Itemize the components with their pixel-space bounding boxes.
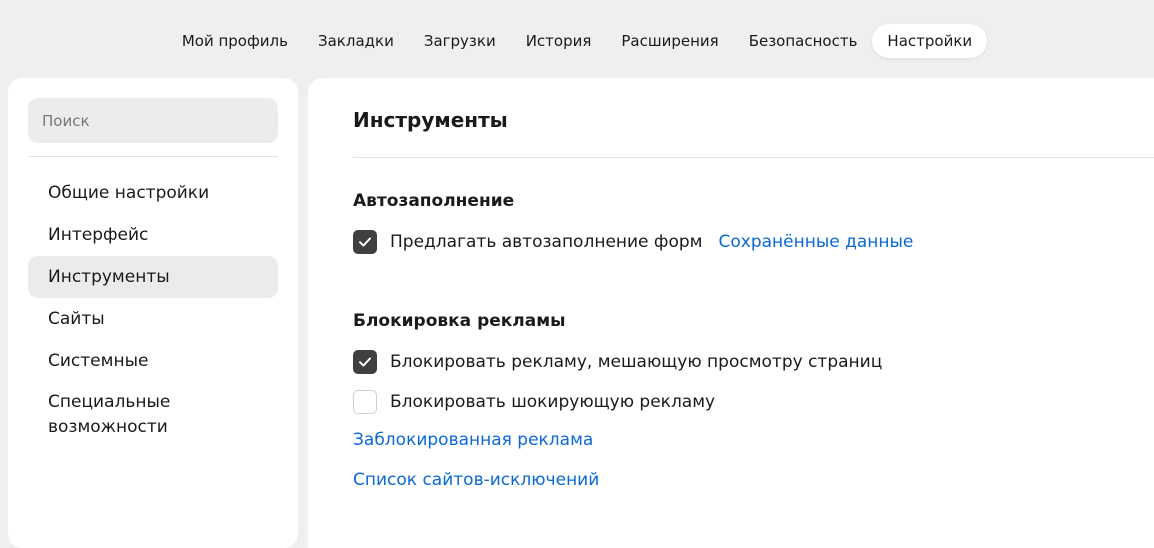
search-input[interactable] — [28, 98, 278, 143]
blocked-ads-link[interactable]: Заблокированная реклама — [353, 430, 593, 450]
autofill-forms-checkbox[interactable] — [353, 230, 377, 254]
saved-data-link[interactable]: Сохранённые данные — [718, 232, 913, 252]
adblock-heading: Блокировка рекламы — [353, 311, 566, 331]
sidebar-item-accessibility[interactable]: Специальные возможности — [28, 382, 278, 448]
block-shocking-ads-label: Блокировать шокирующую рекламу — [390, 392, 716, 412]
sidebar-divider — [28, 156, 278, 157]
sidebar-item-general[interactable]: Общие настройки — [28, 172, 278, 214]
adblock-intrusive-row: Блокировать рекламу, мешающую просмотру … — [353, 349, 882, 375]
block-intrusive-ads-label: Блокировать рекламу, мешающую просмотру … — [390, 352, 883, 372]
autofill-option-row: Предлагать автозаполнение форм Сохранённ… — [353, 229, 913, 255]
block-shocking-ads-checkbox[interactable] — [353, 390, 377, 414]
sidebar-item-system[interactable]: Системные — [28, 340, 278, 382]
sidebar-item-tools[interactable]: Инструменты — [28, 256, 278, 298]
tab-bookmarks[interactable]: Закладки — [303, 24, 409, 58]
settings-content: Инструменты Автозаполнение Предлагать ав… — [308, 78, 1154, 548]
tab-settings[interactable]: Настройки — [872, 24, 988, 58]
top-navigation: Мой профиль Закладки Загрузки История Ра… — [0, 24, 1154, 58]
page-title: Инструменты — [353, 108, 508, 132]
autofill-heading: Автозаполнение — [353, 191, 515, 211]
tab-downloads[interactable]: Загрузки — [409, 24, 511, 58]
checkmark-icon — [359, 237, 371, 247]
sidebar-item-sites[interactable]: Сайты — [28, 298, 278, 340]
tab-my-profile[interactable]: Мой профиль — [167, 24, 303, 58]
tab-extensions[interactable]: Расширения — [606, 24, 733, 58]
checkmark-icon — [359, 357, 371, 367]
tab-security[interactable]: Безопасность — [734, 24, 873, 58]
block-intrusive-ads-checkbox[interactable] — [353, 350, 377, 374]
tab-history[interactable]: История — [511, 24, 607, 58]
adblock-shocking-row: Блокировать шокирующую рекламу — [353, 389, 715, 415]
exception-sites-link[interactable]: Список сайтов-исключений — [353, 470, 599, 490]
autofill-forms-label: Предлагать автозаполнение форм — [390, 232, 703, 252]
sidebar-item-interface[interactable]: Интерфейс — [28, 214, 278, 256]
title-divider — [353, 157, 1154, 158]
sidebar-nav: Общие настройки Интерфейс Инструменты Са… — [28, 172, 278, 448]
settings-sidebar: Общие настройки Интерфейс Инструменты Са… — [8, 78, 298, 548]
